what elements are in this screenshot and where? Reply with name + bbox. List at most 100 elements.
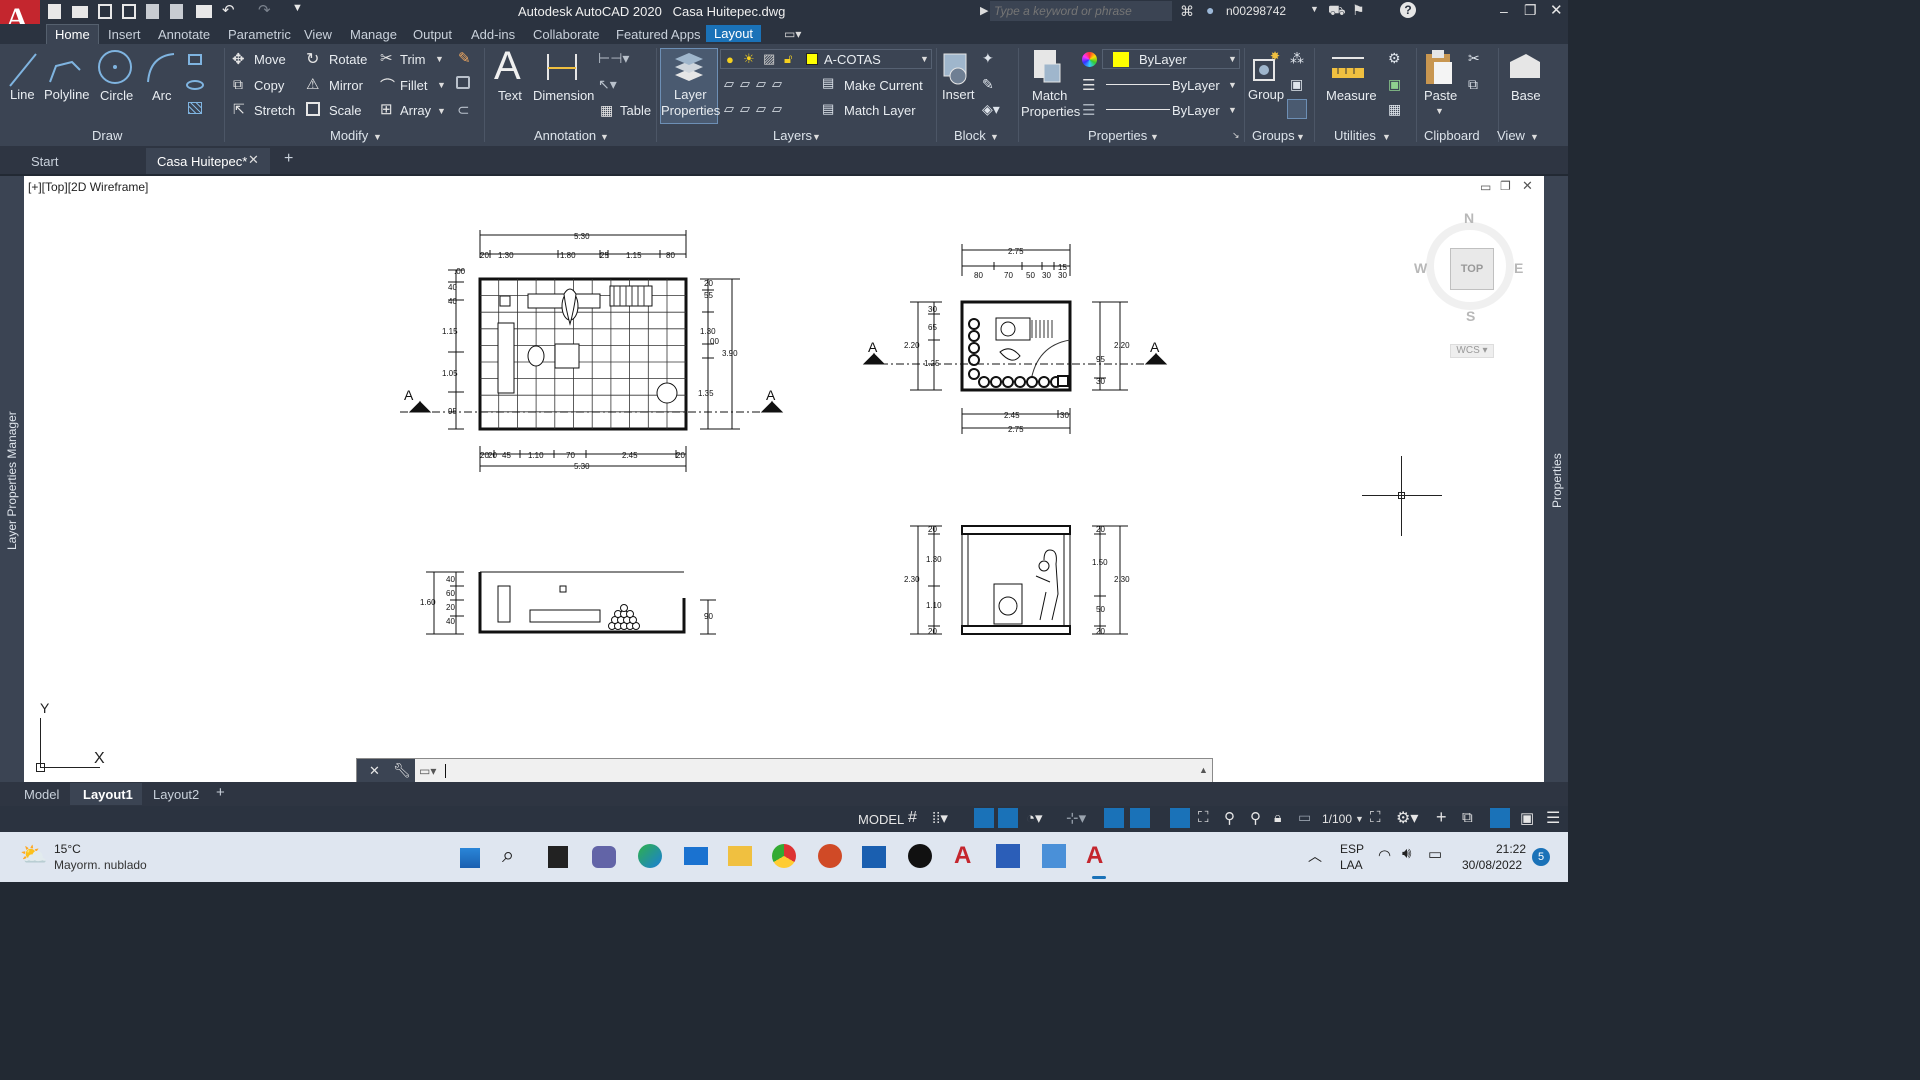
user-icon[interactable]: ● xyxy=(1206,2,1214,18)
match-properties-label-1[interactable]: Match xyxy=(1032,88,1067,103)
tab-view[interactable]: View xyxy=(304,27,332,42)
save-icon[interactable] xyxy=(98,4,112,19)
a360-icon[interactable]: ⚑ xyxy=(1352,2,1365,19)
autocad-active-icon[interactable]: A xyxy=(1086,842,1103,870)
weather-icon[interactable]: ⛅ xyxy=(20,842,47,868)
command-customize-icon[interactable]: 🔧︎ xyxy=(393,762,411,779)
fillet-dropdown-icon[interactable]: ▼ xyxy=(437,80,446,90)
move-button[interactable]: Move xyxy=(254,52,286,67)
close-tab-icon[interactable]: ✕ xyxy=(248,152,259,168)
select-all-icon[interactable]: ▣ xyxy=(1388,76,1401,93)
open-icon[interactable] xyxy=(72,6,88,18)
tab-insert[interactable]: Insert xyxy=(108,27,141,42)
layer-tool-icons-row2[interactable]: ▱▱▱▱ xyxy=(724,101,788,117)
search-input[interactable] xyxy=(990,1,1172,21)
paste-dropdown-icon[interactable]: ▼ xyxy=(1435,106,1444,116)
scale-list-icon[interactable]: ⛶ xyxy=(1370,809,1381,826)
user-dropdown-icon[interactable]: ▼ xyxy=(1310,4,1319,14)
tab-annotate[interactable]: Annotate xyxy=(158,27,210,42)
rotate-button[interactable]: Rotate xyxy=(329,52,367,67)
plan-view-2[interactable] xyxy=(862,244,1168,434)
base-button[interactable]: Base xyxy=(1511,88,1541,103)
store-icon[interactable] xyxy=(862,846,886,868)
start-icon[interactable] xyxy=(458,846,482,870)
cut-icon[interactable]: ✂ xyxy=(1468,50,1480,67)
search-arrow-icon[interactable]: ▶ xyxy=(980,4,988,17)
calculator-icon[interactable]: ▦ xyxy=(1388,101,1401,118)
trim-button[interactable]: Trim xyxy=(400,52,426,67)
section-view-1[interactable] xyxy=(426,571,716,635)
block-panel-dropdown-icon[interactable]: ▼ xyxy=(990,132,999,142)
layers-panel-title[interactable]: Layers xyxy=(773,128,812,143)
dimension-button[interactable]: Dimension xyxy=(533,88,594,103)
table-button[interactable]: Table xyxy=(620,103,651,118)
lineweight-toggle-icon[interactable] xyxy=(1170,808,1190,828)
create-block-icon[interactable]: ✦ xyxy=(982,50,994,67)
draw-panel-title[interactable]: Draw xyxy=(92,128,122,143)
lang-1[interactable]: ESP xyxy=(1340,842,1364,856)
task-view-icon[interactable] xyxy=(548,846,568,868)
annotation-scale[interactable]: 1/100 xyxy=(1322,812,1352,826)
view-panel-dropdown-icon[interactable]: ▼ xyxy=(1530,132,1539,142)
autocad-red-icon[interactable]: A xyxy=(954,842,971,870)
tab-layout1[interactable]: Layout1 xyxy=(70,783,142,805)
stretch-button[interactable]: Stretch xyxy=(254,103,295,118)
groups-panel-dropdown-icon[interactable]: ▼ xyxy=(1296,132,1305,142)
ellipse-icon[interactable] xyxy=(186,80,204,90)
redo-icon[interactable]: ↷ xyxy=(258,1,271,19)
tab-add-ins[interactable]: Add-ins xyxy=(471,27,515,42)
erase-icon[interactable]: ✎ xyxy=(458,49,471,67)
binoculars-icon[interactable]: ⌘ xyxy=(1180,3,1194,20)
infer-icon[interactable] xyxy=(974,808,994,828)
scale-dropdown-icon[interactable]: ▼ xyxy=(1355,814,1364,824)
rectangle-icon[interactable] xyxy=(188,54,202,65)
annotation-panel-dropdown-icon[interactable]: ▼ xyxy=(600,132,609,142)
layer-properties-palette[interactable]: Layer Properties Manager xyxy=(0,176,24,782)
customization-icon[interactable]: ☰ xyxy=(1546,808,1560,828)
explode-icon[interactable] xyxy=(456,76,470,89)
block-panel-title[interactable]: Block xyxy=(954,128,986,143)
group-select-icon[interactable] xyxy=(1287,99,1307,119)
annotation-panel-title[interactable]: Annotation xyxy=(534,128,596,143)
notification-badge[interactable]: 5 xyxy=(1532,848,1550,866)
groups-panel-title[interactable]: Groups xyxy=(1252,128,1295,143)
annotation-visibility-icon[interactable]: ⚲ xyxy=(1224,809,1235,827)
snap-icon[interactable]: ⁞⁞▾ xyxy=(932,809,948,827)
save-as-icon[interactable] xyxy=(122,4,136,19)
osnap-tracking-icon[interactable] xyxy=(1104,808,1124,828)
tray-chevron-icon[interactable]: ︿ xyxy=(1308,846,1322,866)
cart-icon[interactable]: ⛟ xyxy=(1328,2,1346,21)
powerpoint-icon[interactable] xyxy=(818,844,842,868)
trim-dropdown-icon[interactable]: ▼ xyxy=(435,54,444,64)
lock-ui-icon[interactable]: 🔒︎ xyxy=(1274,809,1281,826)
offset-icon[interactable]: ⊂ xyxy=(457,101,470,119)
fillet-button[interactable]: Fillet xyxy=(400,78,427,93)
modify-panel-title[interactable]: Modify xyxy=(330,128,368,143)
match-properties-label-2[interactable]: Properties xyxy=(1021,104,1080,119)
utilities-panel-dropdown-icon[interactable]: ▼ xyxy=(1382,132,1391,142)
teams-icon[interactable] xyxy=(592,846,616,868)
model-space-button[interactable]: MODEL xyxy=(858,812,904,827)
tab-parametric[interactable]: Parametric xyxy=(228,27,291,42)
restore-icon[interactable]: ❐ xyxy=(1524,2,1537,19)
help-icon[interactable]: ? xyxy=(1400,2,1416,18)
utilities-panel-title[interactable]: Utilities xyxy=(1334,128,1376,143)
group-edit-icon[interactable]: ▣ xyxy=(1290,76,1303,93)
properties-launcher-icon[interactable]: ↘ xyxy=(1232,130,1240,141)
workspace-gear-icon[interactable]: ⚙▾ xyxy=(1396,808,1418,828)
hatch-icon[interactable] xyxy=(188,102,202,114)
open-web-icon[interactable] xyxy=(146,4,159,19)
command-recent-icon[interactable]: ▭▾ xyxy=(419,764,436,778)
weather-desc[interactable]: Mayorm. nublado xyxy=(54,858,147,872)
mirror-button[interactable]: Mirror xyxy=(329,78,363,93)
clipboard-panel-title[interactable]: Clipboard xyxy=(1424,128,1480,143)
undo-icon[interactable]: ↶ xyxy=(222,1,235,19)
properties-palette[interactable]: Properties xyxy=(1544,176,1568,782)
paste-button[interactable]: Paste xyxy=(1424,88,1457,103)
copy-clip-icon[interactable]: ⧉ xyxy=(1468,76,1478,93)
word-icon[interactable] xyxy=(996,844,1020,868)
minimize-icon[interactable]: – xyxy=(1500,3,1508,19)
polar-icon[interactable]: ◔▾ xyxy=(1026,809,1043,827)
line-button[interactable]: Line xyxy=(10,87,35,102)
scale-button[interactable]: Scale xyxy=(329,103,362,118)
